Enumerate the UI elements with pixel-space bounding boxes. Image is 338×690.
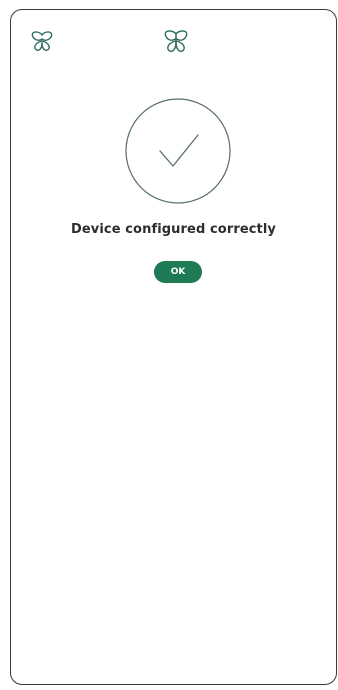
app-screen: Device configured correctly OK <box>10 9 337 685</box>
top-bar <box>11 10 336 62</box>
checkmark-icon <box>124 97 232 205</box>
ok-button[interactable]: OK <box>154 261 202 283</box>
butterfly-logo-icon <box>161 27 191 57</box>
status-message: Device configured correctly <box>70 222 277 237</box>
butterfly-logo-icon[interactable] <box>29 29 55 55</box>
